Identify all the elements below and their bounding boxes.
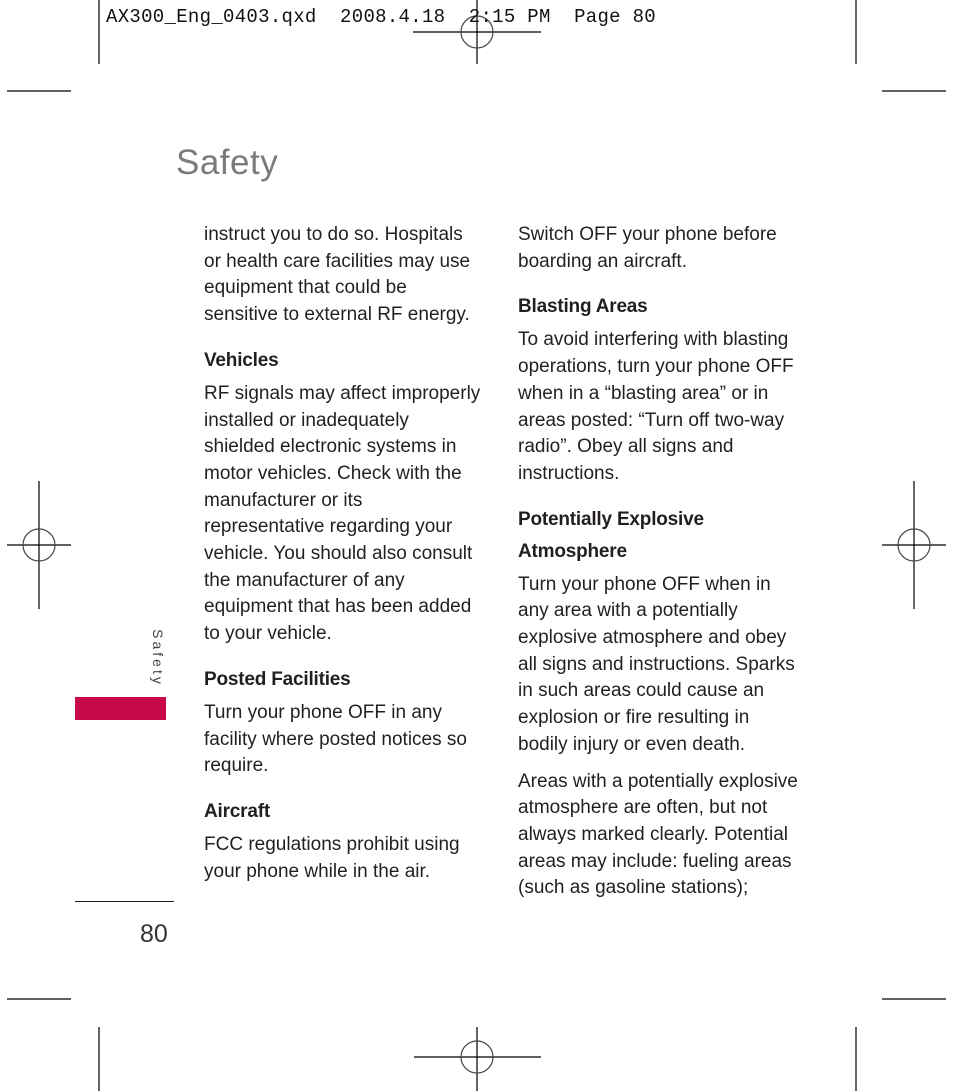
section-heading-blasting-areas: Blasting Areas bbox=[518, 296, 648, 318]
section-heading-explosive-atmosphere: Potentially Explosive Atmosphere bbox=[518, 508, 704, 562]
section-body-explosive-atmosphere-continued: Areas with a potentially explosive atmos… bbox=[518, 770, 798, 899]
section-body-explosive-atmosphere: Turn your phone OFF when in any area wit… bbox=[518, 573, 795, 755]
side-tab-label: Safety bbox=[150, 629, 166, 687]
side-tab-accent-bar bbox=[75, 697, 166, 720]
section-body-vehicles: RF signals may affect improperly install… bbox=[204, 382, 481, 645]
right-column: Switch OFF your phone before boarding an… bbox=[518, 222, 798, 902]
section-body-posted-facilities: Turn your phone OFF in any facility wher… bbox=[204, 701, 467, 777]
footer-rule bbox=[75, 901, 174, 902]
print-slug-line: AX300_Eng_0403.qxd 2008.4.18 2:15 PM Pag… bbox=[106, 6, 656, 28]
registration-mark-left bbox=[7, 481, 71, 609]
section-body-blasting-areas: To avoid interfering with blasting opera… bbox=[518, 329, 794, 484]
intro-paragraph: Switch OFF your phone before boarding an… bbox=[518, 224, 777, 272]
page-title: Safety bbox=[176, 143, 279, 182]
section-heading-vehicles: Vehicles bbox=[204, 349, 279, 371]
registration-mark-bottom bbox=[414, 1027, 541, 1091]
left-column: instruct you to do so. Hospitals or heal… bbox=[204, 222, 484, 885]
page-number: 80 bbox=[140, 920, 168, 948]
section-heading-posted-facilities: Posted Facilities bbox=[204, 668, 351, 690]
section-heading-aircraft: Aircraft bbox=[204, 800, 270, 822]
section-body-aircraft: FCC regulations prohibit using your phon… bbox=[204, 833, 460, 882]
intro-paragraph: instruct you to do so. Hospitals or heal… bbox=[204, 224, 471, 326]
registration-mark-right bbox=[882, 481, 946, 609]
